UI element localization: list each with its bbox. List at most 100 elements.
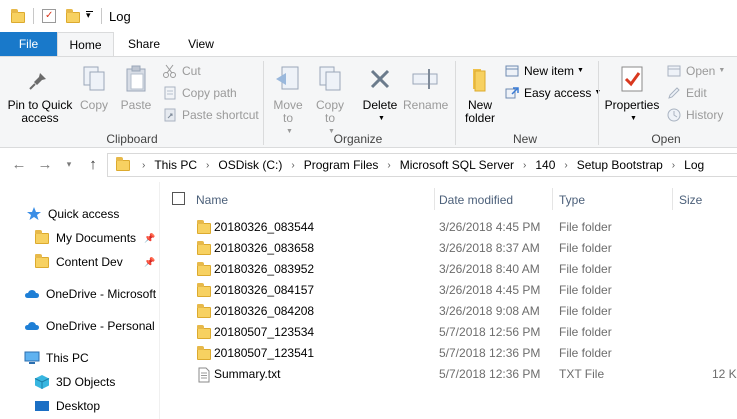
breadcrumb-setup-bootstrap[interactable]: Setup Bootstrap (574, 158, 666, 172)
breadcrumb-osdisk[interactable]: OSDisk (C:) (215, 158, 285, 172)
column-divider[interactable] (434, 188, 435, 210)
cut-button[interactable]: Cut (162, 61, 201, 81)
clipboard-group-label: Clipboard (106, 132, 158, 146)
table-row[interactable]: 20180326_083658 3/26/2018 8:37 AM File f… (160, 238, 737, 259)
tab-file[interactable]: File (0, 32, 57, 56)
group-separator (598, 61, 599, 145)
nav-label: This PC (46, 351, 89, 365)
nav-item-content-dev[interactable]: Content Dev (34, 251, 123, 273)
table-row[interactable]: Summary.txt 5/7/2018 12:36 PM TXT File 1… (160, 364, 737, 385)
breadcrumb-microsoft-sql-server[interactable]: Microsoft SQL Server (397, 158, 517, 172)
folder-icon (196, 220, 212, 234)
pin-icon (24, 63, 56, 95)
delete-button[interactable]: Delete ▼ (360, 59, 400, 125)
tab-home[interactable]: Home (57, 32, 114, 56)
file-name: 20180326_083658 (214, 241, 315, 255)
edit-button[interactable]: Edit (666, 83, 707, 103)
chevron-right-icon[interactable]: › (517, 160, 532, 171)
copy-path-button[interactable]: Copy path (162, 83, 237, 103)
folder-icon (11, 9, 25, 23)
open-button[interactable]: Open ▼ (666, 61, 725, 81)
nav-item-onedrive-personal[interactable]: OneDrive - Personal (24, 315, 155, 337)
breadcrumb-140[interactable]: 140 (532, 158, 558, 172)
file-type: File folder (559, 346, 612, 360)
chevron-right-icon[interactable]: › (558, 160, 573, 171)
back-arrow-icon[interactable]: ← (10, 156, 28, 173)
nav-item-quick-access[interactable]: Quick access (26, 203, 119, 225)
folder-icon (196, 283, 212, 297)
table-row[interactable]: 20180326_083544 3/26/2018 4:45 PM File f… (160, 217, 737, 238)
chevron-right-icon[interactable]: › (200, 160, 215, 171)
file-name: 20180326_084157 (214, 283, 315, 297)
copy-button[interactable]: Copy (76, 59, 112, 112)
delete-label: Delete (362, 98, 398, 112)
breadcrumb-log[interactable]: Log (681, 158, 707, 172)
history-button[interactable]: History (666, 105, 723, 125)
column-header-date-modified[interactable]: Date modified (439, 190, 513, 210)
tab-view[interactable]: View (175, 32, 227, 56)
nav-item-onedrive-microsoft[interactable]: OneDrive - Microsoft (24, 283, 156, 305)
new-folder-button[interactable]: New folder (460, 59, 500, 125)
chevron-right-icon[interactable]: › (381, 160, 396, 171)
pin-to-quick-access-button[interactable]: Pin to Quick access (4, 59, 76, 125)
address-bar[interactable]: › This PC › OSDisk (C:) › Program Files … (107, 153, 737, 177)
properties-quick-icon[interactable]: ✓ (42, 9, 56, 23)
column-divider[interactable] (552, 188, 553, 210)
file-type: File folder (559, 220, 612, 234)
ribbon: Pin to Quick access Copy Paste Cut Copy … (0, 56, 737, 148)
new-folder-label: New folder (464, 98, 496, 125)
breadcrumb-this-pc[interactable]: This PC (151, 158, 200, 172)
chevron-right-icon[interactable]: › (666, 160, 681, 171)
new-item-button[interactable]: New item ▼ (504, 61, 584, 81)
customize-quick-access-icon[interactable]: ▾ (86, 10, 93, 20)
pin-icon[interactable]: 📌 (144, 257, 155, 268)
window-title: Log (109, 9, 131, 24)
select-all-checkbox[interactable] (172, 192, 185, 205)
table-row[interactable]: 20180507_123534 5/7/2018 12:56 PM File f… (160, 322, 737, 343)
chevron-right-icon[interactable]: › (285, 160, 300, 171)
chevron-right-icon[interactable]: › (136, 160, 151, 171)
up-arrow-icon[interactable]: ↑ (84, 156, 102, 173)
table-row[interactable]: 20180507_123541 5/7/2018 12:36 PM File f… (160, 343, 737, 364)
pin-icon[interactable]: 📌 (144, 233, 155, 244)
nav-item-desktop[interactable]: Desktop (34, 395, 100, 417)
properties-button[interactable]: Properties ▼ (604, 59, 660, 125)
folder-icon (196, 262, 212, 276)
copy-to-icon (314, 63, 346, 95)
paste-shortcut-button[interactable]: Paste shortcut (162, 105, 259, 125)
open-icon (666, 63, 682, 79)
tab-share[interactable]: Share (120, 32, 168, 56)
file-name: 20180326_083544 (214, 220, 315, 234)
scissors-icon (162, 63, 178, 79)
new-folder-quick-icon[interactable] (66, 9, 80, 23)
column-header-type[interactable]: Type (559, 190, 585, 210)
rename-button[interactable]: Rename (403, 59, 448, 112)
move-to-button[interactable]: Move to ▼ (268, 59, 308, 138)
text-file-icon (196, 367, 212, 383)
table-row[interactable]: 20180326_084157 3/26/2018 4:45 PM File f… (160, 280, 737, 301)
nav-item-3d-objects[interactable]: 3D Objects (34, 371, 115, 393)
folder-icon (196, 304, 212, 318)
copy-icon (78, 63, 110, 95)
nav-item-this-pc[interactable]: This PC (24, 347, 89, 369)
paste-button[interactable]: Paste (116, 59, 156, 112)
table-row[interactable]: 20180326_083952 3/26/2018 8:40 AM File f… (160, 259, 737, 280)
file-date: 3/26/2018 4:45 PM (439, 220, 541, 234)
folder-icon (34, 230, 50, 246)
column-divider[interactable] (672, 188, 673, 210)
file-date: 3/26/2018 8:37 AM (439, 241, 540, 255)
nav-item-my-documents[interactable]: My Documents (34, 227, 136, 249)
breadcrumb-program-files[interactable]: Program Files (301, 158, 382, 172)
column-header-size[interactable]: Size (679, 190, 702, 210)
open-label: Open (686, 64, 716, 78)
easy-access-button[interactable]: Easy access ▼ (504, 83, 601, 103)
forward-arrow-icon[interactable]: → (36, 156, 54, 173)
column-header-name[interactable]: Name (196, 190, 228, 210)
properties-icon (616, 63, 648, 95)
folder-icon (116, 156, 130, 171)
table-row[interactable]: 20180326_084208 3/26/2018 9:08 AM File f… (160, 301, 737, 322)
recent-locations-chevron-icon[interactable]: ▾ (60, 159, 78, 170)
file-date: 3/26/2018 9:08 AM (439, 304, 540, 318)
copy-to-button[interactable]: Copy to ▼ (310, 59, 350, 138)
move-to-icon (272, 63, 304, 95)
